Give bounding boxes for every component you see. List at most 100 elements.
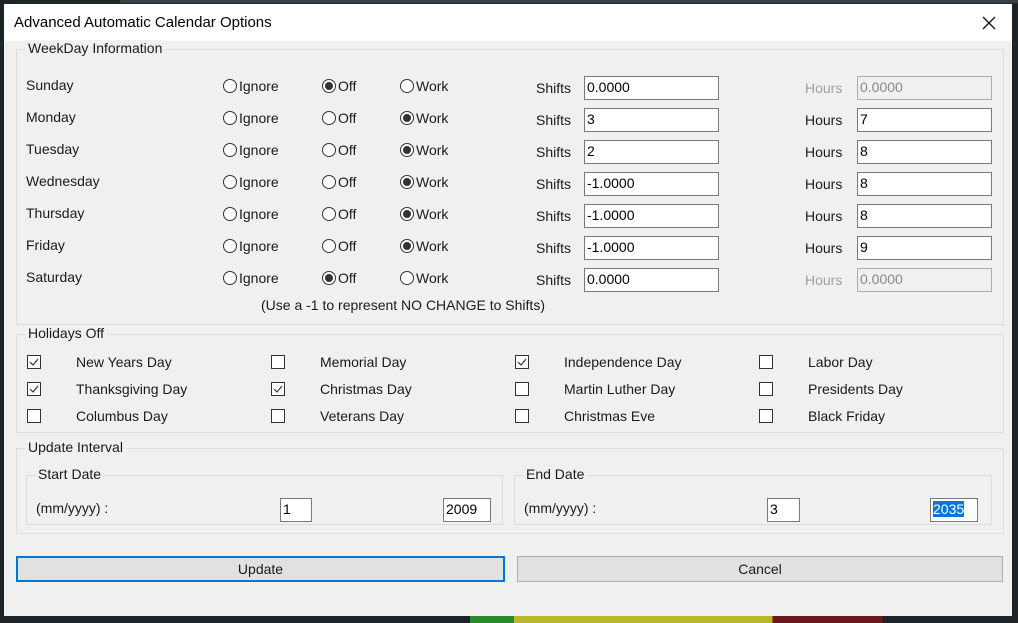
- radio-unselected-icon: [322, 111, 336, 125]
- radio-label: Off: [338, 270, 357, 286]
- hours-input[interactable]: 8: [857, 204, 992, 228]
- radio-work[interactable]: Work: [400, 206, 448, 222]
- radio-selected-icon: [400, 143, 414, 157]
- shifts-input[interactable]: 2: [584, 140, 719, 164]
- radio-ignore[interactable]: Ignore: [223, 174, 279, 190]
- radio-off[interactable]: Off: [322, 206, 356, 222]
- start-year-input[interactable]: 2009: [443, 498, 491, 522]
- weekday-name: Monday: [26, 109, 76, 125]
- radio-ignore[interactable]: Ignore: [223, 206, 279, 222]
- radio-work[interactable]: Work: [400, 78, 448, 94]
- radio-unselected-icon: [223, 175, 237, 189]
- end-year-input[interactable]: 2035: [930, 498, 978, 522]
- hours-label: Hours: [805, 144, 843, 160]
- radio-off[interactable]: Off: [322, 110, 356, 126]
- holiday-label: Presidents Day: [808, 381, 903, 397]
- radio-ignore[interactable]: Ignore: [223, 110, 279, 126]
- hours-input[interactable]: 7: [857, 108, 992, 132]
- radio-off[interactable]: Off: [322, 270, 356, 286]
- holiday-label: Christmas Eve: [564, 408, 656, 424]
- holiday-label: Independence Day: [564, 354, 682, 370]
- radio-work[interactable]: Work: [400, 110, 448, 126]
- radio-off[interactable]: Off: [322, 238, 356, 254]
- shifts-input[interactable]: -1.0000: [584, 172, 719, 196]
- radio-label: Work: [416, 206, 449, 222]
- holiday-label: Martin Luther Day: [564, 381, 676, 397]
- shifts-input[interactable]: 0.0000: [584, 76, 719, 100]
- holiday-checkbox[interactable]: [515, 382, 529, 396]
- radio-label: Off: [338, 78, 357, 94]
- radio-ignore[interactable]: Ignore: [223, 270, 279, 286]
- shifts-note: (Use a -1 to represent NO CHANGE to Shif…: [261, 297, 545, 313]
- hours-input: 0.0000: [857, 268, 992, 292]
- start-month-input[interactable]: 1: [280, 498, 312, 522]
- close-button[interactable]: [966, 4, 1012, 41]
- radio-work[interactable]: Work: [400, 238, 448, 254]
- shifts-input[interactable]: -1.0000: [584, 236, 719, 260]
- holiday-checkbox[interactable]: [271, 382, 285, 396]
- radio-unselected-icon: [223, 111, 237, 125]
- radio-label: Work: [416, 110, 449, 126]
- holiday-checkbox[interactable]: [27, 382, 41, 396]
- holiday-checkbox[interactable]: [271, 355, 285, 369]
- holiday-checkbox[interactable]: [27, 409, 41, 423]
- radio-label: Ignore: [239, 270, 279, 286]
- hours-input[interactable]: 8: [857, 172, 992, 196]
- radio-unselected-icon: [400, 79, 414, 93]
- end-month-input[interactable]: 3: [767, 498, 800, 522]
- checkmark-icon: [29, 385, 39, 393]
- hours-label: Hours: [805, 80, 843, 96]
- radio-label: Off: [338, 174, 357, 190]
- radio-off[interactable]: Off: [322, 142, 356, 158]
- holiday-checkbox[interactable]: [27, 355, 41, 369]
- radio-off[interactable]: Off: [322, 174, 356, 190]
- background-desktop: [120, 0, 1018, 3]
- start-date-format-label: (mm/yyyy) :: [36, 500, 109, 516]
- radio-ignore[interactable]: Ignore: [223, 142, 279, 158]
- radio-work[interactable]: Work: [400, 270, 448, 286]
- radio-off[interactable]: Off: [322, 78, 356, 94]
- shifts-input[interactable]: 3: [584, 108, 719, 132]
- cancel-button[interactable]: Cancel: [517, 556, 1003, 582]
- radio-ignore[interactable]: Ignore: [223, 78, 279, 94]
- radio-work[interactable]: Work: [400, 174, 448, 190]
- holiday-checkbox[interactable]: [515, 355, 529, 369]
- background-desktop-strip: [470, 616, 1018, 623]
- radio-work[interactable]: Work: [400, 142, 448, 158]
- update-button[interactable]: Update: [16, 556, 505, 582]
- hours-label: Hours: [805, 112, 843, 128]
- radio-selected-icon: [322, 271, 336, 285]
- weekday-name: Wednesday: [26, 173, 100, 189]
- dialog-window: Advanced Automatic Calendar Options Week…: [4, 4, 1012, 616]
- shifts-label: Shifts: [536, 176, 572, 192]
- holiday-checkbox[interactable]: [515, 409, 529, 423]
- radio-label: Work: [416, 270, 449, 286]
- radio-selected-icon: [400, 111, 414, 125]
- holiday-checkbox[interactable]: [759, 409, 773, 423]
- holiday-checkbox[interactable]: [759, 355, 773, 369]
- radio-label: Work: [416, 78, 449, 94]
- weekday-name: Saturday: [26, 269, 83, 285]
- radio-selected-icon: [322, 79, 336, 93]
- title-bar: Advanced Automatic Calendar Options: [4, 4, 1012, 41]
- radio-ignore[interactable]: Ignore: [223, 238, 279, 254]
- start-date-label: Start Date: [35, 466, 105, 482]
- shifts-input[interactable]: 0.0000: [584, 268, 719, 292]
- weekday-name: Sunday: [26, 77, 74, 93]
- weekday-name: Tuesday: [26, 141, 80, 157]
- hours-input[interactable]: 9: [857, 236, 992, 260]
- radio-selected-icon: [400, 239, 414, 253]
- radio-label: Ignore: [239, 238, 279, 254]
- end-year-selected-text: 2035: [933, 501, 965, 517]
- radio-unselected-icon: [322, 239, 336, 253]
- shifts-input[interactable]: -1.0000: [584, 204, 719, 228]
- holiday-checkbox[interactable]: [759, 382, 773, 396]
- radio-selected-icon: [400, 207, 414, 221]
- end-date-format-label: (mm/yyyy) :: [524, 500, 597, 516]
- holiday-checkbox[interactable]: [271, 409, 285, 423]
- holiday-label: Christmas Day: [320, 381, 412, 397]
- radio-label: Off: [338, 238, 357, 254]
- radio-unselected-icon: [400, 271, 414, 285]
- hours-input: 0.0000: [857, 76, 992, 100]
- hours-input[interactable]: 8: [857, 140, 992, 164]
